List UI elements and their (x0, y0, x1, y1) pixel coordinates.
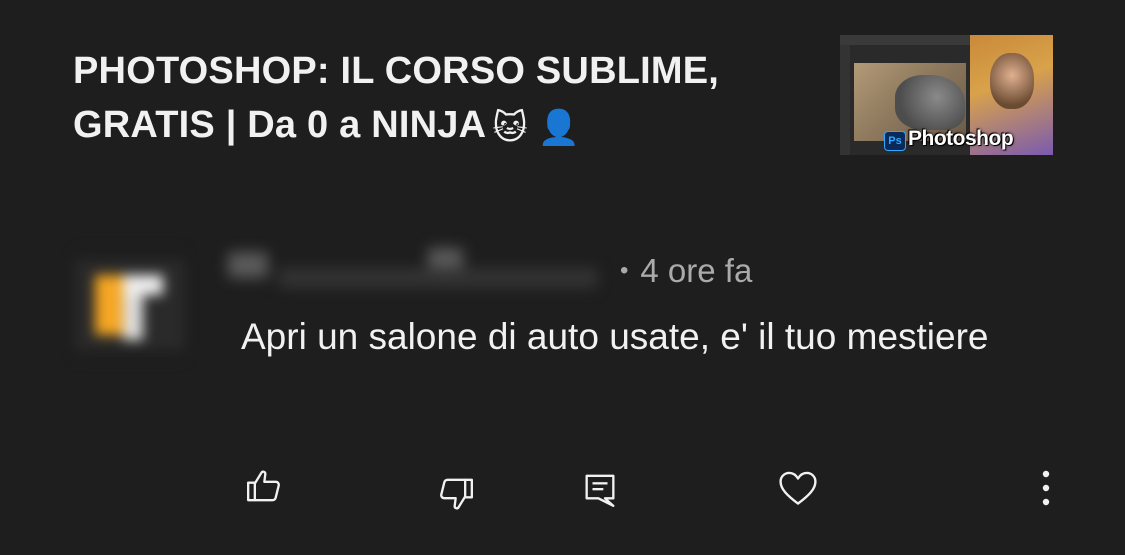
heart-button[interactable] (774, 464, 822, 512)
thumbnail-rhino (895, 75, 965, 130)
video-thumbnail[interactable]: Ps Photoshop (840, 35, 1053, 155)
more-vertical-icon (1042, 470, 1050, 506)
dislike-button[interactable] (432, 470, 480, 518)
reply-icon (585, 474, 615, 507)
thumb-down-icon (440, 478, 473, 510)
photoshop-icon: Ps (884, 131, 906, 151)
title-emojis: 🐱 👤 (492, 109, 581, 147)
video-title-text: PHOTOSHOP: IL CORSO SUBLIME, GRATIS | Da… (73, 50, 720, 146)
avatar[interactable] (75, 250, 185, 360)
thumb-up-icon (247, 470, 280, 502)
heart-icon (779, 471, 817, 505)
comment-timestamp: 4 ore fa (640, 252, 753, 289)
video-title[interactable]: PHOTOSHOP: IL CORSO SUBLIME, GRATIS | Da… (73, 44, 813, 155)
meta-separator: • (620, 257, 629, 284)
reply-button[interactable] (576, 466, 624, 514)
thumbnail-panel (840, 45, 850, 155)
author-name-blurred[interactable] (228, 240, 608, 298)
more-options-button[interactable] (1030, 466, 1062, 510)
comment-meta: • 4 ore fa (620, 252, 752, 290)
comment-text: Apri un salone di auto usate, e' il tuo … (241, 316, 989, 357)
thumbnail-toolbar (840, 35, 970, 45)
thumbnail-label: Photoshop (908, 127, 1014, 150)
thumbnail-person (990, 53, 1034, 109)
like-button[interactable] (240, 462, 288, 510)
